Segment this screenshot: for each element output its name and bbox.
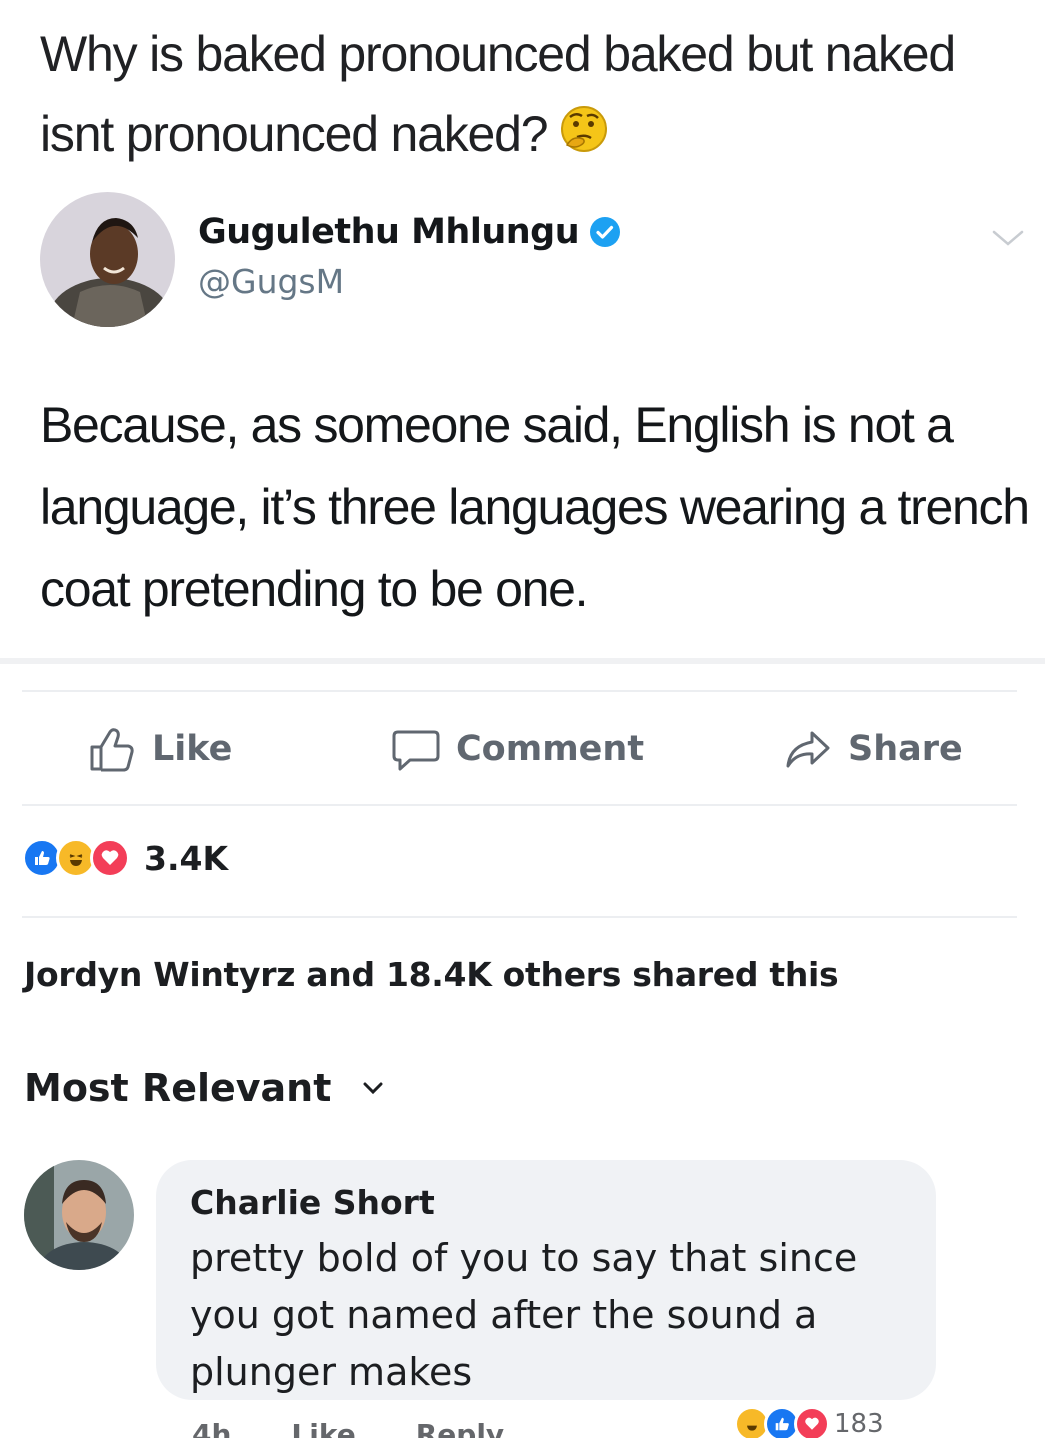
comment-actions: 4h Like Reply [192,1418,504,1438]
comment-reply-button[interactable]: Reply [416,1418,504,1438]
comment-bubble-icon [392,730,440,771]
share-arrow-icon [786,731,830,768]
like-label: Like [152,729,233,769]
comment-label: Comment [456,729,645,769]
tweet-author-name[interactable]: Gugulethu Mhlungu [198,212,580,252]
love-reaction-icon [90,838,130,878]
share-button[interactable]: Share [782,722,963,776]
chevron-down-icon[interactable] [990,226,1026,250]
share-label: Share [848,729,963,769]
tweet-question: Why is baked pronounced baked but naked … [40,14,1000,174]
verified-badge-icon [590,217,621,247]
actions-top-divider [22,690,1017,692]
love-reaction-icon [794,1406,830,1438]
thinking-face-icon [561,106,608,152]
tweet-author-handle[interactable]: @GugsM [198,262,344,301]
comments-sort-dropdown[interactable]: Most Relevant [24,1066,385,1110]
tweet-question-text: Why is baked pronounced baked but naked … [40,26,956,162]
chevron-down-icon [363,1082,383,1095]
tweet-author-row[interactable]: Gugulethu Mhlungu [198,212,621,252]
comments-sort-label: Most Relevant [24,1066,332,1110]
comment-author-avatar[interactable] [24,1160,134,1270]
shared-by-text[interactable]: Jordyn Wintyrz and 18.4K others shared t… [24,955,839,994]
like-button[interactable]: Like [86,722,232,776]
tweet-body-text: Because, as someone said, English is not… [40,397,1030,617]
reaction-count: 3.4K [144,838,229,878]
thumbs-up-icon [90,728,134,772]
tweet-author-avatar[interactable] [40,192,175,327]
comment-text: pretty bold of you to say that since you… [190,1236,858,1394]
comment-button[interactable]: Comment [390,722,644,776]
actions-bottom-divider [22,804,1017,806]
comment-like-button[interactable]: Like [291,1418,355,1438]
post-divider [0,658,1045,664]
comment-timestamp: 4h [192,1418,232,1438]
comment-reaction-summary[interactable]: 183 [734,1406,884,1438]
reactions-divider [22,916,1017,918]
comment-author-name[interactable]: Charlie Short [190,1183,435,1222]
comment-reaction-count: 183 [834,1409,884,1438]
reaction-summary[interactable]: 3.4K [22,838,228,878]
